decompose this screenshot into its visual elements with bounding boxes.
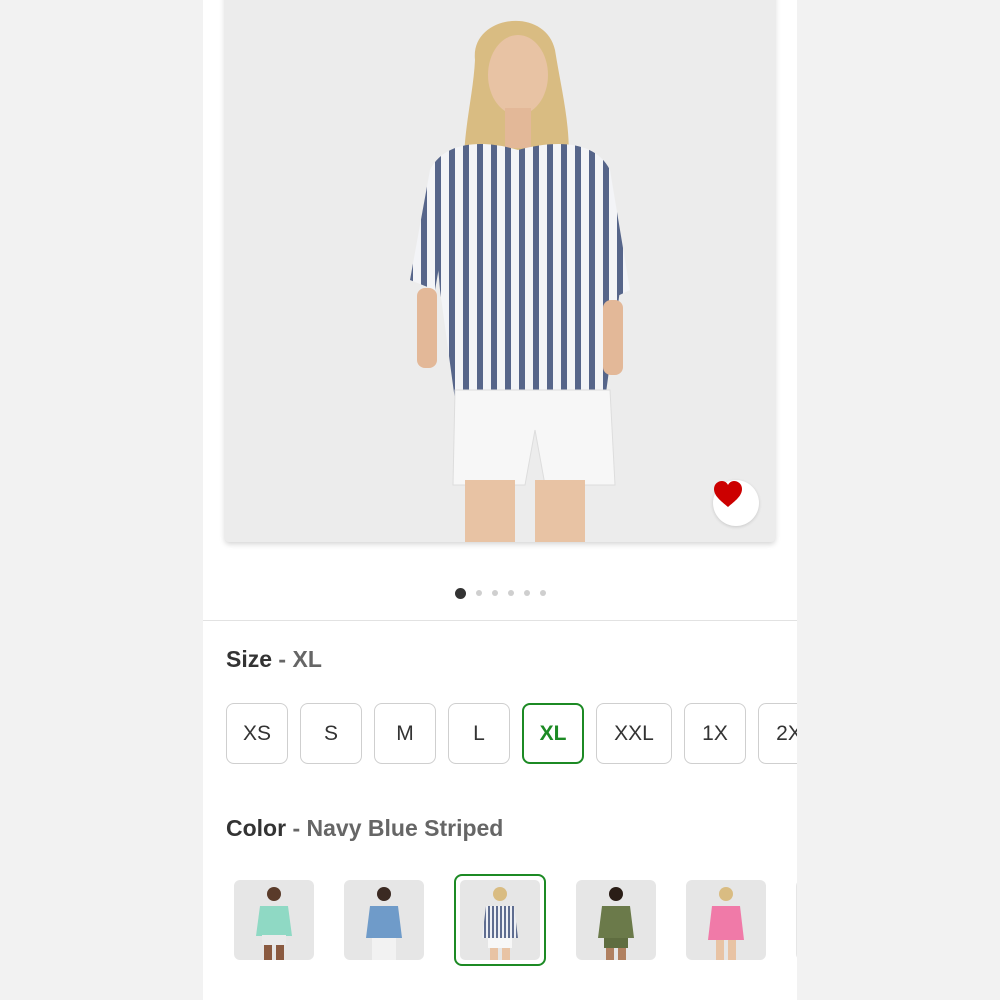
size-option-l[interactable]: L [448, 703, 510, 764]
color-swatch-olive[interactable] [576, 880, 656, 960]
swatch-model-image [598, 887, 634, 960]
carousel-dot[interactable] [539, 590, 546, 596]
right-margin [797, 0, 1000, 1000]
left-margin [0, 0, 203, 1000]
carousel-indicator[interactable] [203, 587, 797, 599]
carousel-dot[interactable] [507, 590, 514, 596]
carousel-dot[interactable] [491, 590, 498, 596]
size-option-xxl[interactable]: XXL [596, 703, 672, 764]
color-swatches [234, 874, 797, 966]
size-label: Size [226, 646, 273, 672]
size-option-xl[interactable]: XL [522, 703, 584, 764]
color-label: Color [226, 815, 287, 841]
favorite-button[interactable] [713, 480, 759, 526]
swatch-model-image [482, 887, 518, 960]
size-option-s[interactable]: S [300, 703, 362, 764]
model-photo [410, 20, 630, 542]
color-swatch-blue-chambray[interactable] [344, 880, 424, 960]
color-heading: Color - Navy Blue Striped [226, 815, 503, 842]
color-swatch-mint[interactable] [234, 880, 314, 960]
size-option-2x[interactable]: 2X [758, 703, 797, 764]
swatch-image-frame [460, 880, 540, 960]
size-selected-value: XL [292, 646, 322, 672]
heart-icon [714, 481, 742, 507]
swatch-model-image [256, 887, 292, 960]
size-option-m[interactable]: M [374, 703, 436, 764]
swatch-model-image [708, 887, 744, 960]
swatch-model-image [366, 887, 402, 960]
carousel-dot[interactable] [454, 587, 466, 599]
size-heading: Size - XL [226, 646, 322, 673]
carousel-dot[interactable] [523, 590, 530, 596]
product-panel: Size - XL XS S M L XL XXL 1X 2X Color - … [203, 0, 797, 1000]
size-option-xs[interactable]: XS [226, 703, 288, 764]
color-swatch-pink[interactable] [686, 880, 766, 960]
size-separator: - [272, 646, 293, 672]
size-options: XS S M L XL XXL 1X 2X [226, 703, 797, 764]
product-image[interactable] [225, 0, 775, 542]
color-swatch-more[interactable] [796, 880, 797, 960]
size-option-1x[interactable]: 1X [684, 703, 746, 764]
section-divider [203, 620, 797, 621]
carousel-dot[interactable] [475, 590, 482, 596]
color-swatch-navy-blue-striped[interactable] [454, 874, 546, 966]
color-separator: - [286, 815, 307, 841]
color-selected-value: Navy Blue Striped [306, 815, 504, 841]
